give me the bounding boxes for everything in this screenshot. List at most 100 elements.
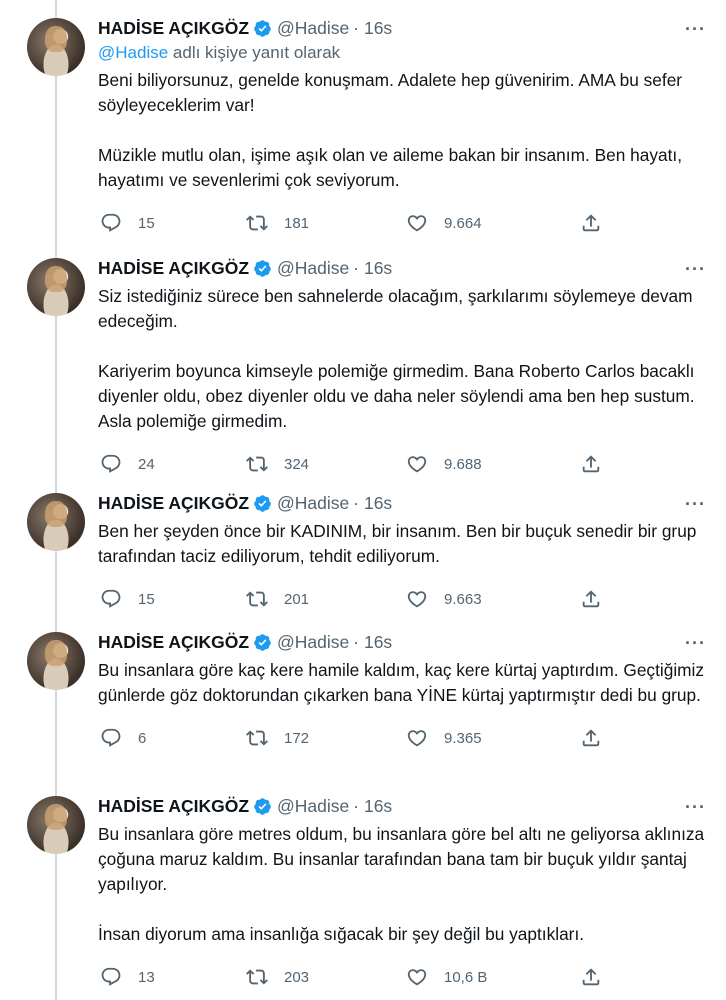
share-button[interactable] xyxy=(580,962,618,992)
reply-count: 24 xyxy=(138,455,155,473)
tweet-paragraph: Beni biliyorsunuz, genelde konuşmam. Ada… xyxy=(98,70,683,115)
share-icon xyxy=(582,590,600,608)
like-count: 9.688 xyxy=(444,455,482,473)
share-icon xyxy=(582,214,600,232)
heart-icon xyxy=(407,456,427,473)
share-button[interactable] xyxy=(580,723,618,753)
action-bar: 24 324 9.688 xyxy=(98,449,706,479)
action-bar: 6 172 9.365 xyxy=(98,723,706,753)
timestamp[interactable]: · 16s xyxy=(353,632,392,653)
share-button[interactable] xyxy=(580,208,618,238)
reply-count: 13 xyxy=(138,968,155,986)
handle[interactable]: @Hadise xyxy=(277,796,349,817)
display-name[interactable]: HADİSE AÇIKGÖZ xyxy=(98,796,249,817)
retweet-button[interactable]: 172 xyxy=(246,723,309,753)
reply-icon xyxy=(101,454,121,473)
like-button[interactable]: 9.365 xyxy=(406,723,482,753)
reply-icon xyxy=(101,213,121,232)
timestamp[interactable]: · 16s xyxy=(353,493,392,514)
reply-button[interactable]: 13 xyxy=(100,962,155,992)
retweet-icon xyxy=(246,591,268,607)
handle[interactable]: @Hadise xyxy=(277,18,349,39)
action-bar: 15 181 9.664 xyxy=(98,208,706,238)
reply-icon xyxy=(101,967,121,986)
retweet-button[interactable]: 181 xyxy=(246,208,309,238)
retweet-count: 203 xyxy=(284,968,310,986)
heart-icon xyxy=(407,215,427,232)
more-options-icon[interactable]: ··· xyxy=(685,20,706,38)
like-count: 9.664 xyxy=(444,214,482,232)
verified-badge-icon xyxy=(254,494,271,512)
share-icon xyxy=(582,968,600,986)
tweet-paragraph: Müzikle mutlu olan, işime aşık olan ve a… xyxy=(98,145,683,190)
more-options-icon[interactable]: ··· xyxy=(685,798,706,816)
tweet-text: Ben her şeyden önce bir KADINIM, bir ins… xyxy=(98,519,706,569)
tweet-header: HADİSE AÇIKGÖZ @Hadise · 16s xyxy=(98,16,706,40)
handle[interactable]: @Hadise xyxy=(277,258,349,279)
retweet-icon xyxy=(246,969,268,985)
more-options-icon[interactable]: ··· xyxy=(685,634,706,652)
verified-badge-icon xyxy=(254,633,271,651)
share-icon xyxy=(582,729,600,747)
like-button[interactable]: 9.688 xyxy=(406,449,482,479)
retweet-button[interactable]: 324 xyxy=(246,449,309,479)
more-options-icon[interactable]: ··· xyxy=(685,260,706,278)
action-bar: 15 201 9.663 xyxy=(98,584,706,614)
tweet-paragraph: Kariyerim boyunca kimseyle polemiğe girm… xyxy=(98,361,695,431)
tweet-text: Bu insanlara göre kaç kere hamile kaldım… xyxy=(98,658,706,708)
display-name[interactable]: HADİSE AÇIKGÖZ xyxy=(98,632,249,653)
timestamp[interactable]: · 16s xyxy=(353,18,392,39)
tweet-paragraph: İnsan diyorum ama insanlığa sığacak bir … xyxy=(98,924,585,944)
verified-badge-icon xyxy=(254,797,271,815)
display-name[interactable]: HADİSE AÇIKGÖZ xyxy=(98,18,249,39)
handle[interactable]: @Hadise xyxy=(277,632,349,653)
share-button[interactable] xyxy=(580,584,618,614)
avatar[interactable] xyxy=(27,18,85,76)
like-count: 9.365 xyxy=(444,729,482,747)
tweet-paragraph: Ben her şeyden önce bir KADINIM, bir ins… xyxy=(98,521,697,566)
reply-button[interactable]: 15 xyxy=(100,208,155,238)
avatar[interactable] xyxy=(27,632,85,690)
display-name[interactable]: HADİSE AÇIKGÖZ xyxy=(98,258,249,279)
tweet-paragraph: Bu insanlara göre metres oldum, bu insan… xyxy=(98,824,705,894)
more-options-icon[interactable]: ··· xyxy=(685,495,706,513)
tweet-header: HADİSE AÇIKGÖZ @Hadise · 16s xyxy=(98,256,706,280)
handle[interactable]: @Hadise xyxy=(277,493,349,514)
reply-button[interactable]: 24 xyxy=(100,449,155,479)
tweet-header: HADİSE AÇIKGÖZ @Hadise · 16s xyxy=(98,491,706,515)
timestamp[interactable]: · 16s xyxy=(353,796,392,817)
heart-icon xyxy=(407,591,427,608)
avatar[interactable] xyxy=(27,493,85,551)
tweet-text: Beni biliyorsunuz, genelde konuşmam. Ada… xyxy=(98,68,706,193)
avatar[interactable] xyxy=(27,258,85,316)
tweet-text: Bu insanlara göre metres oldum, bu insan… xyxy=(98,822,706,947)
reply-to-handle-link[interactable]: @Hadise xyxy=(98,43,168,62)
retweet-count: 172 xyxy=(284,729,310,747)
share-button[interactable] xyxy=(580,449,618,479)
retweet-count: 201 xyxy=(284,590,310,608)
reply-button[interactable]: 15 xyxy=(100,584,155,614)
avatar[interactable] xyxy=(27,796,85,854)
timestamp[interactable]: · 16s xyxy=(353,258,392,279)
like-count: 9.663 xyxy=(444,590,482,608)
tweet-paragraph: Siz istediğiniz sürece ben sahnelerde ol… xyxy=(98,286,693,331)
like-button[interactable]: 10,6 B xyxy=(406,962,487,992)
like-button[interactable]: 9.663 xyxy=(406,584,482,614)
heart-icon xyxy=(407,969,427,986)
display-name[interactable]: HADİSE AÇIKGÖZ xyxy=(98,493,249,514)
action-bar: 13 203 10,6 B xyxy=(98,962,706,992)
retweet-icon xyxy=(246,215,268,231)
retweet-button[interactable]: 203 xyxy=(246,962,309,992)
retweet-count: 181 xyxy=(284,214,310,232)
reply-count: 15 xyxy=(138,214,155,232)
reply-icon xyxy=(101,589,121,608)
like-button[interactable]: 9.664 xyxy=(406,208,482,238)
retweet-button[interactable]: 201 xyxy=(246,584,309,614)
share-icon xyxy=(582,455,600,473)
reply-button[interactable]: 6 xyxy=(100,723,146,753)
retweet-icon xyxy=(246,456,268,472)
retweet-count: 324 xyxy=(284,455,310,473)
reply-count: 6 xyxy=(138,729,147,747)
heart-icon xyxy=(407,730,427,747)
tweet-header: HADİSE AÇIKGÖZ @Hadise · 16s xyxy=(98,794,706,818)
